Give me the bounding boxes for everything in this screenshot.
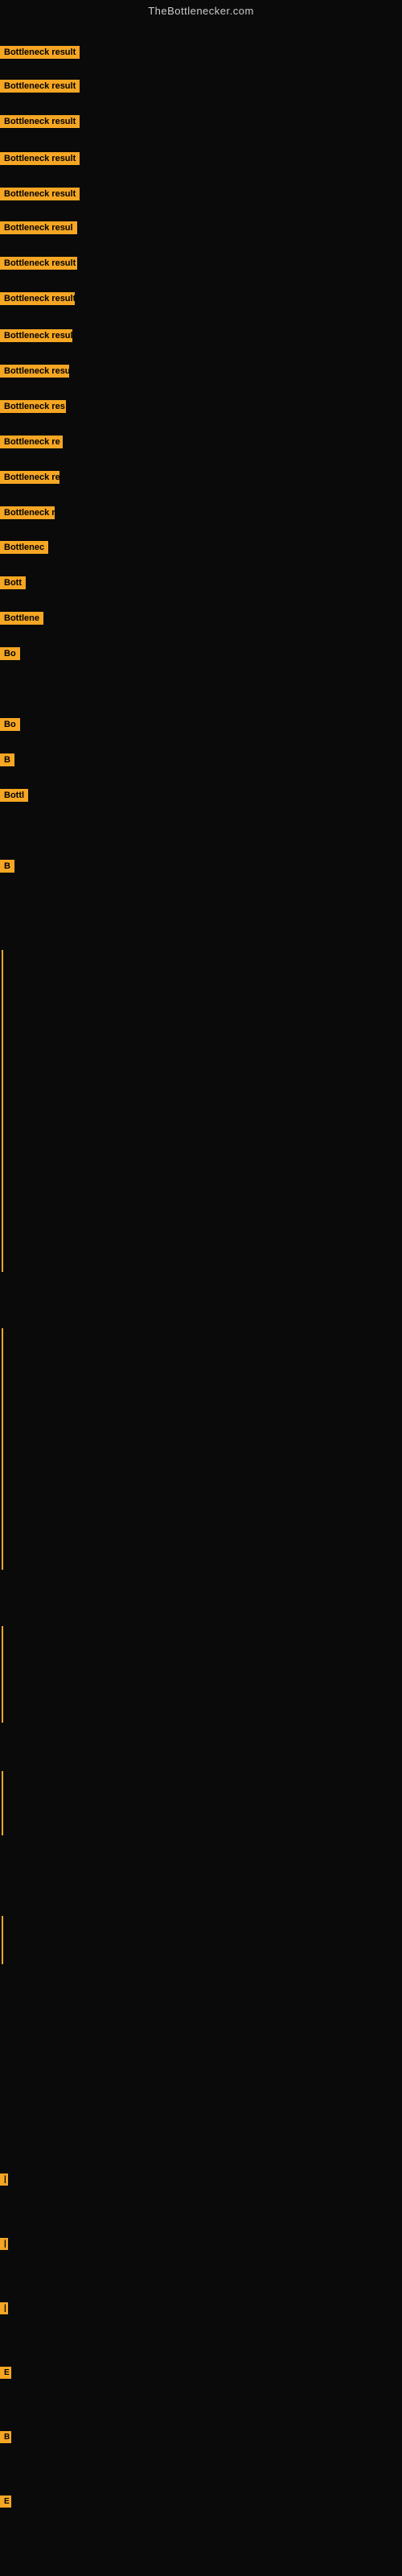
- bottleneck-badge: Bottleneck result: [0, 152, 80, 165]
- bottleneck-badge: Bottleneck result: [0, 115, 80, 128]
- small-bottleneck-badge: B: [0, 2431, 11, 2443]
- bottleneck-badge: Bottl: [0, 789, 28, 802]
- bottleneck-badge: Bottlene: [0, 612, 43, 625]
- bottleneck-badge: Bo: [0, 647, 20, 660]
- bottleneck-badge: Bo: [0, 718, 20, 731]
- bottleneck-badge: B: [0, 753, 14, 766]
- bottleneck-badge: Bottleneck res: [0, 400, 66, 413]
- vertical-line: [2, 1771, 3, 1835]
- vertical-line: [2, 1916, 3, 1964]
- bottleneck-badge: Bottlenec: [0, 541, 48, 554]
- small-bottleneck-badge: |: [0, 2238, 8, 2250]
- bottleneck-badge: Bottleneck re: [0, 471, 59, 484]
- bottleneck-badge: B: [0, 860, 14, 873]
- small-bottleneck-badge: |: [0, 2174, 8, 2186]
- bottleneck-badge: Bottleneck re: [0, 436, 63, 448]
- bottleneck-badge: Bottleneck r: [0, 506, 55, 519]
- bottleneck-badge: Bottleneck result: [0, 80, 80, 93]
- small-bottleneck-badge: E: [0, 2367, 11, 2379]
- small-bottleneck-badge: E: [0, 2496, 11, 2508]
- bottleneck-badge: Bottleneck result: [0, 292, 75, 305]
- bottleneck-badge: Bottleneck resu: [0, 365, 69, 378]
- vertical-line: [2, 1328, 3, 1570]
- bottleneck-badge: Bottleneck result: [0, 46, 80, 59]
- bottleneck-badge: Bottleneck result: [0, 257, 77, 270]
- bottleneck-badge: Bottleneck result: [0, 188, 80, 200]
- bottleneck-badge: Bott: [0, 576, 26, 589]
- small-bottleneck-badge: |: [0, 2302, 8, 2314]
- bottleneck-badge: Bottleneck resul: [0, 329, 72, 342]
- bottleneck-badge: Bottleneck resul: [0, 221, 77, 234]
- site-title: TheBottlenecker.com: [0, 0, 402, 20]
- vertical-line: [2, 950, 3, 1272]
- vertical-line: [2, 1626, 3, 1723]
